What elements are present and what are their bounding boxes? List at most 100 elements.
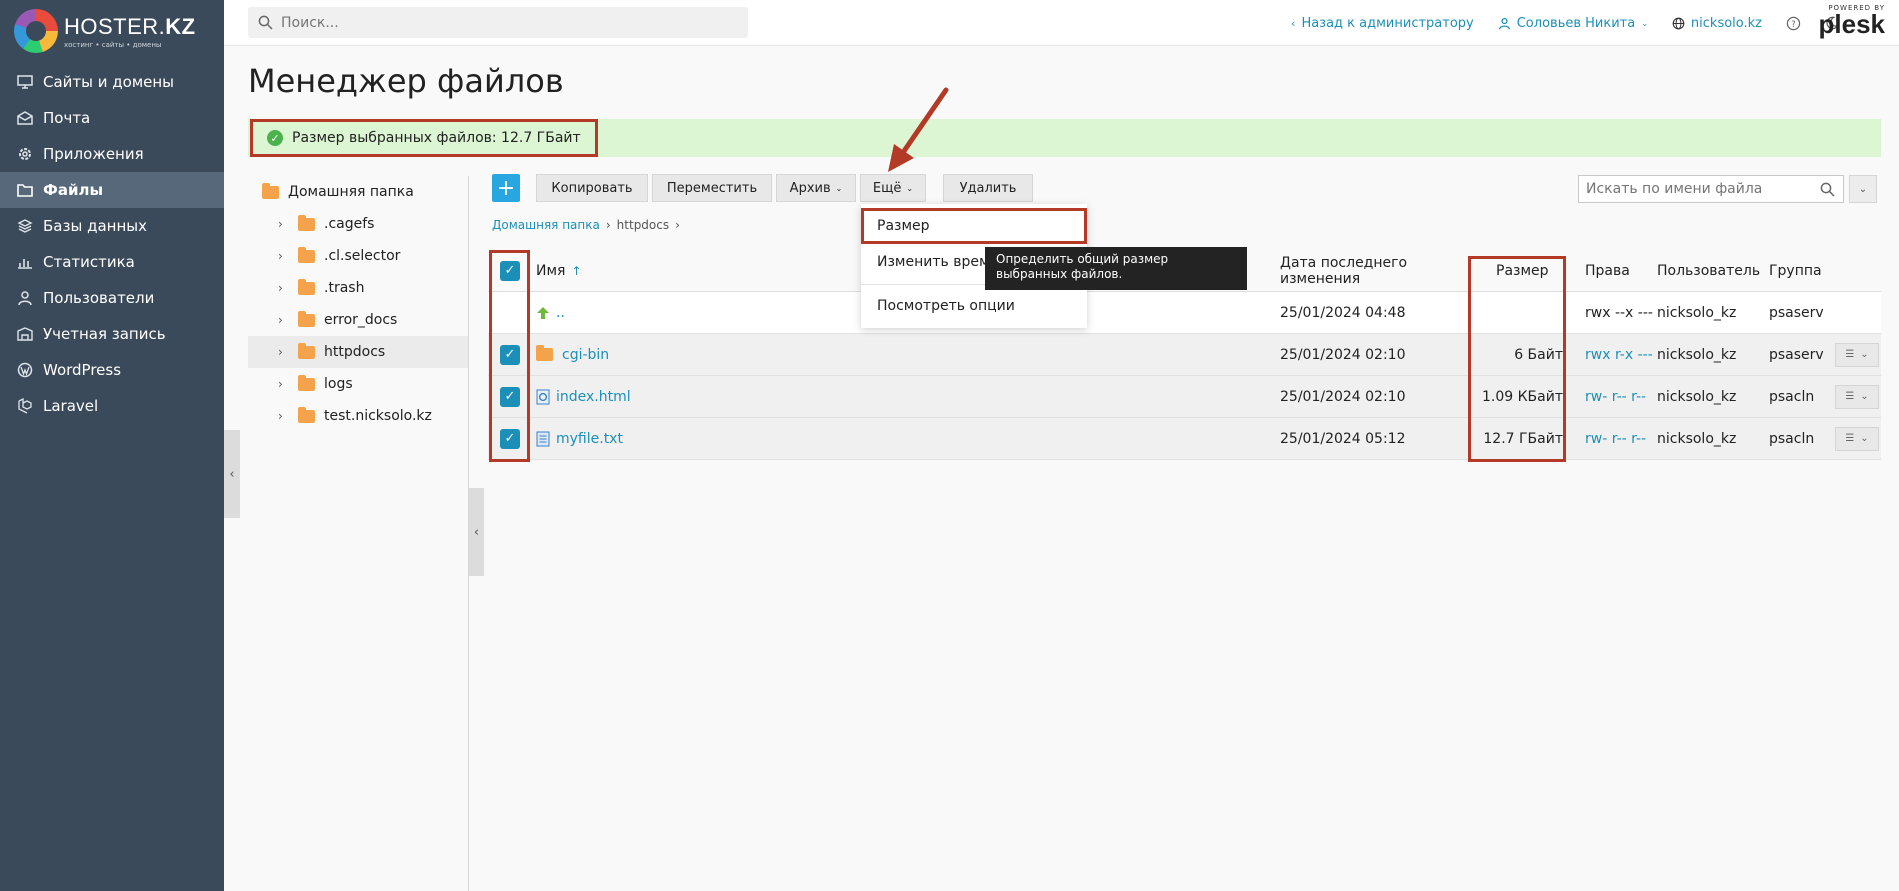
account-icon (16, 325, 34, 343)
chevron-right-icon[interactable]: › (278, 313, 290, 327)
table-row: ✓ cgi-bin 25/01/2024 02:10 6 Байт rwx r-… (488, 334, 1881, 376)
chevron-down-icon: ⌄ (906, 183, 914, 193)
globe-icon (1672, 17, 1685, 29)
chevron-right-icon[interactable]: › (278, 217, 290, 231)
html-file-icon (536, 389, 550, 405)
tree-collapse-handle[interactable]: ‹ (469, 488, 484, 576)
domain-link[interactable]: nicksolo.kz (1672, 16, 1762, 31)
sort-asc-icon: ↑ (571, 263, 582, 278)
tree-item-httpdocs[interactable]: › httpdocs (248, 336, 468, 368)
menu-item-size[interactable]: Размер (861, 208, 1087, 244)
sidebar-item-databases[interactable]: Базы данных (0, 208, 224, 244)
more-button[interactable]: Ещё ⌄ (860, 174, 926, 202)
breadcrumb-current: httpdocs (616, 218, 670, 232)
chevron-down-icon: ⌄ (1858, 183, 1868, 195)
permissions-link[interactable]: rw- r-- r-- (1585, 431, 1646, 447)
search-icon (258, 15, 273, 30)
permissions-link[interactable]: rw- r-- r-- (1585, 389, 1646, 405)
chevron-right-icon[interactable]: › (278, 409, 290, 423)
mail-icon (16, 109, 34, 127)
chevron-right-icon[interactable]: › (278, 345, 290, 359)
tree-item-test-nicksolo[interactable]: › test.nicksolo.kz (248, 400, 468, 432)
search-icon[interactable] (1820, 182, 1835, 197)
back-to-admin-link[interactable]: ‹ Назад к администратору (1291, 16, 1474, 31)
folder-icon (298, 310, 315, 327)
user-icon (16, 289, 34, 307)
parent-dir-link[interactable]: .. (556, 305, 565, 321)
row-actions-button[interactable]: ☰ ⌄ (1835, 342, 1879, 367)
svg-text:?: ? (1791, 18, 1795, 28)
help-button[interactable]: ? (1786, 16, 1801, 31)
move-button[interactable]: Переместить (652, 174, 772, 202)
column-user[interactable]: Пользователь (1657, 263, 1769, 279)
file-link[interactable]: index.html (556, 389, 631, 405)
sidebar-item-mail[interactable]: Почта (0, 100, 224, 136)
help-icon: ? (1786, 16, 1801, 30)
tree-item-home[interactable]: Домашняя папка (248, 176, 468, 208)
folder-icon (298, 278, 315, 295)
menu-icon: ☰ (1845, 433, 1855, 444)
top-bar: ‹ Назад к администратору Соловьев Никита… (224, 0, 1899, 46)
row-actions-button[interactable]: ☰ ⌄ (1835, 426, 1879, 451)
sidebar-item-laravel[interactable]: Laravel (0, 388, 224, 424)
global-search[interactable] (248, 7, 748, 38)
sidebar: HOSTER.KZ хостинг • сайты • домены Сайты… (0, 0, 224, 891)
delete-button[interactable]: Удалить (943, 174, 1033, 202)
breadcrumb-home[interactable]: Домашняя папка (492, 218, 600, 232)
sidebar-item-wordpress[interactable]: WordPress (0, 352, 224, 388)
file-search[interactable] (1578, 175, 1844, 203)
copy-button[interactable]: Копировать (536, 174, 648, 202)
sidebar-nav: Сайты и домены Почта Приложения Файлы Ба… (0, 64, 224, 424)
folder-icon (16, 181, 34, 199)
menu-item-view-options[interactable]: Посмотреть опции (861, 288, 1087, 324)
chevron-down-icon: ⌄ (1860, 433, 1869, 444)
sidebar-item-users[interactable]: Пользователи (0, 280, 224, 316)
permissions-link[interactable]: rwx r-x --- (1585, 347, 1653, 363)
chevron-down-icon: ⌄ (1860, 391, 1869, 402)
tree-item-error-docs[interactable]: › error_docs (248, 304, 468, 336)
chevron-right-icon[interactable]: › (278, 249, 290, 263)
file-search-input[interactable] (1586, 181, 1811, 197)
chevron-down-icon: ⌄ (1860, 349, 1869, 360)
archive-button[interactable]: Архив ⌄ (776, 174, 856, 202)
chevron-right-icon[interactable]: › (278, 281, 290, 295)
column-group[interactable]: Группа (1769, 263, 1835, 279)
table-row: ✓ myfile.txt 25/01/2024 05:12 12.7 ГБайт… (488, 418, 1881, 460)
row-actions-button[interactable]: ☰ ⌄ (1835, 384, 1879, 409)
gear-icon (16, 145, 34, 163)
global-search-input[interactable] (281, 14, 721, 31)
file-link[interactable]: cgi-bin (562, 347, 609, 363)
plesk-logo: POWERED BY plesk (1818, 4, 1886, 39)
chevron-right-icon[interactable]: › (278, 377, 290, 391)
folder-icon (298, 406, 315, 423)
sidebar-item-sites[interactable]: Сайты и домены (0, 64, 224, 100)
folder-icon (298, 374, 315, 391)
sidebar-item-statistics[interactable]: Статистика (0, 244, 224, 280)
menu-icon: ☰ (1845, 391, 1855, 402)
sidebar-collapse-handle[interactable]: ‹ (224, 430, 240, 518)
size-column-highlight (1468, 256, 1566, 462)
column-date[interactable]: Дата последнего изменения (1272, 255, 1482, 287)
tree-item-trash[interactable]: › .trash (248, 272, 468, 304)
sidebar-item-files[interactable]: Файлы (0, 172, 224, 208)
folder-icon (536, 345, 553, 361)
file-link[interactable]: myfile.txt (556, 431, 623, 447)
sidebar-item-account[interactable]: Учетная запись (0, 316, 224, 352)
chevron-down-icon: ⌄ (835, 183, 843, 193)
tree-item-cl-selector[interactable]: › .cl.selector (248, 240, 468, 272)
tree-item-logs[interactable]: › logs (248, 368, 468, 400)
logo-title: HOSTER.KZ (64, 13, 196, 39)
user-menu[interactable]: Соловьев Никита ⌄ (1498, 16, 1648, 31)
sidebar-item-apps[interactable]: Приложения (0, 136, 224, 172)
folder-icon (262, 182, 279, 199)
wordpress-icon (16, 361, 34, 379)
tree-item-cagefs[interactable]: › .cagefs (248, 208, 468, 240)
brand-logo[interactable]: HOSTER.KZ хостинг • сайты • домены (0, 0, 224, 62)
laravel-icon (16, 397, 34, 415)
add-button[interactable]: + (492, 174, 520, 202)
search-options-button[interactable]: ⌄ (1849, 175, 1877, 203)
column-perms[interactable]: Права (1579, 263, 1657, 279)
folder-tree: Домашняя папка › .cagefs › .cl.selector … (248, 176, 468, 432)
database-icon (16, 217, 34, 235)
top-links: ‹ Назад к администратору Соловьев Никита… (1291, 0, 1839, 46)
